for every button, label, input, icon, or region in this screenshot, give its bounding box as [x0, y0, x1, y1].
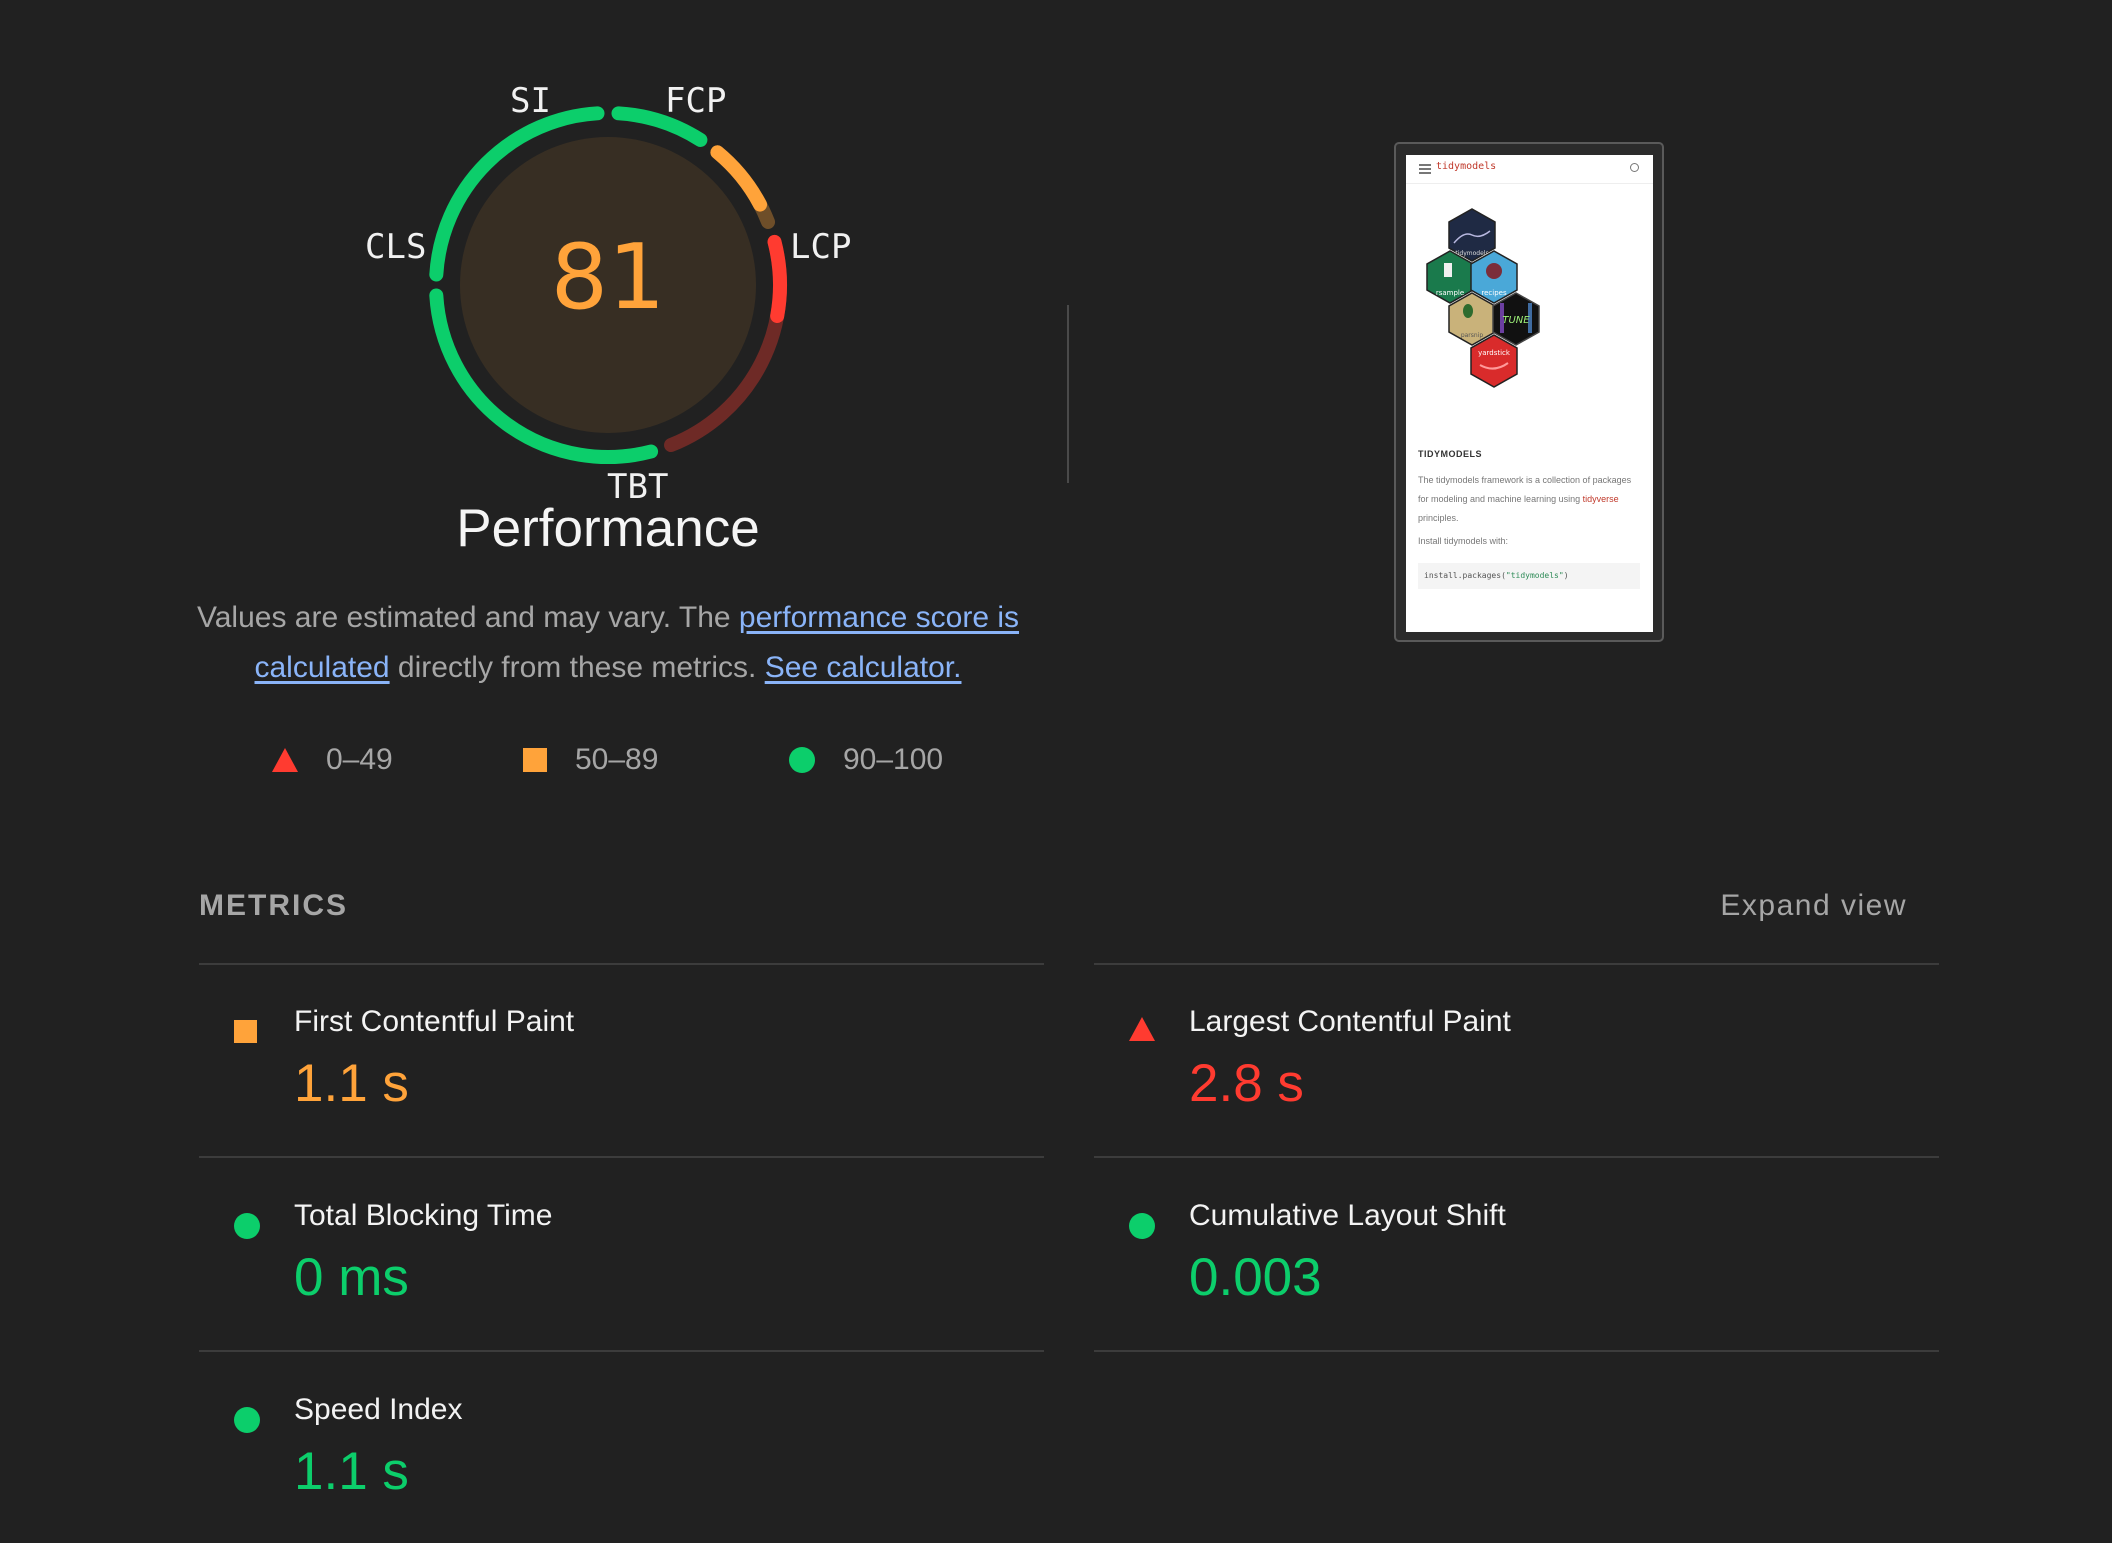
metric-speed-index: Speed Index 1.1 s — [199, 1353, 1044, 1543]
screenshot-topbar: tidymodels — [1406, 155, 1653, 184]
gauge-label-lcp[interactable]: LCP — [790, 230, 851, 264]
legend-pass: 90–100 — [789, 740, 943, 780]
score-description: Values are estimated and may vary. The p… — [190, 593, 1026, 693]
pass-circle-icon — [234, 1407, 260, 1433]
performance-title: Performance — [456, 499, 760, 558]
legend-average-range: 50–89 — [575, 743, 659, 776]
metrics-divider-left-low — [199, 1350, 1044, 1352]
screenshot-page: tidymodels tidymodels rsample recipes pa… — [1406, 155, 1653, 632]
metric-value: 0 ms — [294, 1248, 409, 1307]
gauge-label-fcp[interactable]: FCP — [665, 84, 726, 118]
legend-fail: 0–49 — [272, 740, 393, 780]
hex-label-tidymodels: tidymodels — [1455, 250, 1488, 257]
pass-circle-icon — [234, 1213, 260, 1239]
package-hex-logos: tidymodels rsample recipes parsnip TUNE … — [1426, 208, 1540, 388]
metric-label: First Contentful Paint — [294, 1005, 575, 1038]
hex-label-parsnip: parsnip — [1461, 332, 1484, 339]
code-end: ) — [1563, 571, 1569, 580]
hex-label-recipes: recipes — [1481, 289, 1507, 297]
metric-value: 0.003 — [1189, 1248, 1322, 1307]
final-screenshot[interactable]: tidymodels tidymodels rsample recipes pa… — [1394, 142, 1664, 642]
metric-value: 1.1 s — [294, 1442, 409, 1501]
vertical-divider — [1067, 305, 1069, 483]
metrics-divider-left-mid — [199, 1156, 1044, 1158]
screenshot-brand: tidymodels — [1436, 161, 1497, 172]
metric-total-blocking-time: Total Blocking Time 0 ms — [199, 1159, 1044, 1349]
hex-label-tune: TUNE — [1502, 315, 1530, 326]
metric-value: 2.8 s — [1189, 1054, 1304, 1113]
gauge-label-cls[interactable]: CLS — [365, 230, 426, 264]
metric-label: Largest Contentful Paint — [1189, 1005, 1511, 1038]
performance-score: 81 — [550, 225, 666, 330]
description-middle: directly from these metrics. — [389, 651, 765, 684]
metric-label: Speed Index — [294, 1393, 463, 1426]
code-string: "tidymodels" — [1505, 571, 1564, 580]
metrics-divider-right-low — [1094, 1350, 1939, 1352]
fail-triangle-icon — [272, 748, 298, 772]
metrics-divider-right-mid — [1094, 1156, 1939, 1158]
pass-circle-icon — [1129, 1213, 1155, 1239]
search-icon — [1630, 163, 1639, 172]
fail-triangle-icon — [1129, 1017, 1155, 1041]
code-fn: install.packages( — [1424, 571, 1506, 580]
legend-fail-range: 0–49 — [326, 743, 393, 776]
metrics-title: METRICS — [199, 889, 348, 922]
screenshot-heading: TIDYMODELS — [1418, 449, 1483, 459]
average-square-icon — [234, 1020, 257, 1043]
hamburger-menu-icon — [1419, 164, 1431, 176]
metric-label: Cumulative Layout Shift — [1189, 1199, 1506, 1232]
metric-first-contentful-paint: First Contentful Paint 1.1 s — [199, 965, 1044, 1155]
hex-label-yardstick: yardstick — [1478, 349, 1511, 357]
screenshot-tidyverse-link: tidyverse — [1582, 494, 1619, 504]
metric-value: 1.1 s — [294, 1054, 409, 1113]
legend-pass-range: 90–100 — [843, 743, 944, 776]
metric-label: Total Blocking Time — [294, 1199, 553, 1232]
gauge-segment-lcp[interactable] — [767, 234, 787, 324]
expand-view-toggle[interactable]: Expand view — [1720, 889, 1907, 923]
legend-average: 50–89 — [523, 740, 658, 780]
screenshot-install-label: Install tidymodels with: — [1418, 536, 1509, 546]
see-calculator-link[interactable]: See calculator. — [765, 651, 962, 684]
screenshot-code-block: install.packages("tidymodels") — [1418, 563, 1640, 589]
pass-circle-icon — [789, 747, 815, 773]
gauge-label-si[interactable]: SI — [510, 84, 551, 118]
hex-label-rsample: rsample — [1436, 289, 1464, 297]
description-prefix: Values are estimated and may vary. The — [196, 601, 739, 634]
screenshot-text-after: principles. — [1418, 513, 1459, 523]
screenshot-text: The tidymodels framework is a collection… — [1418, 471, 1640, 528]
average-square-icon — [523, 748, 547, 772]
metric-cumulative-layout-shift: Cumulative Layout Shift 0.003 — [1094, 1159, 1939, 1349]
metric-largest-contentful-paint: Largest Contentful Paint 2.8 s — [1094, 965, 1939, 1155]
